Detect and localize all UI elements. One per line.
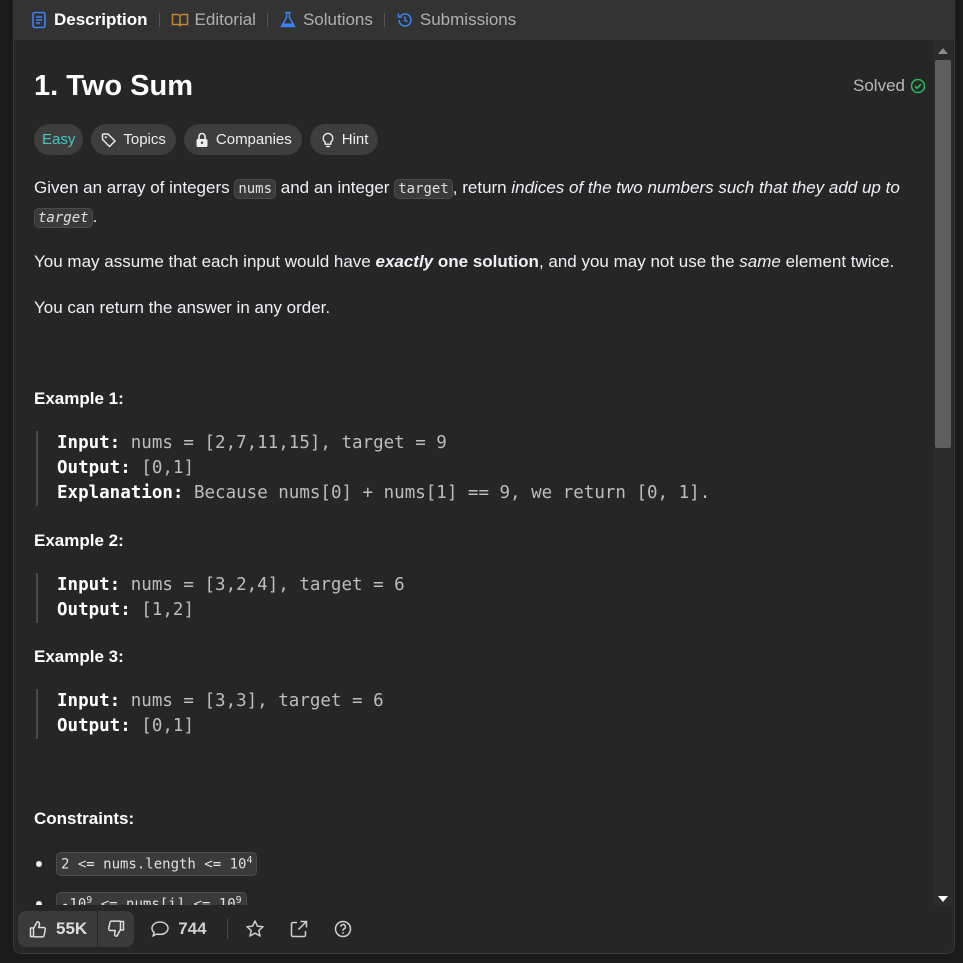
input-value: nums = [3,2,4], target = 6: [120, 575, 405, 595]
description-paragraph-3: You can return the answer in any order.: [34, 298, 331, 317]
thumbs-down-icon: [108, 920, 125, 937]
tab-submissions[interactable]: Submissions: [396, 10, 516, 30]
tab-description[interactable]: Description: [30, 10, 148, 30]
lightbulb-icon: [322, 132, 334, 147]
problem-title[interactable]: 1. Two Sum: [34, 70, 193, 103]
share-button[interactable]: [289, 919, 309, 939]
constraint-code: -109 <= nums[i] <= 109: [56, 892, 247, 906]
output-label: Output:: [57, 716, 131, 736]
constraint-text: 2 <= nums.length <= 10: [61, 856, 247, 873]
tab-solutions-label: Solutions: [302, 10, 373, 29]
explanation-value: Because nums[0] + nums[1] == 9, we retur…: [183, 483, 711, 503]
question-circle-icon: [334, 920, 351, 938]
input-label: Input:: [57, 691, 121, 711]
companies-chip[interactable]: Companies: [183, 124, 302, 155]
share-external-icon: [290, 920, 307, 938]
comments-button[interactable]: 744: [150, 919, 207, 939]
hint-chip[interactable]: Hint: [309, 124, 379, 155]
vertical-scrollbar[interactable]: [933, 40, 953, 906]
text-run: and an integer: [276, 178, 395, 197]
thumbs-up-icon: [29, 921, 47, 938]
example-1-heading: Example 1:: [34, 389, 124, 408]
problem-panel: Description Editorial Solutions Submissi…: [13, 0, 955, 954]
input-value: nums = [2,7,11,15], target = 9: [120, 433, 447, 453]
solved-status: Solved: [853, 76, 926, 96]
difficulty-badge: Easy: [34, 124, 84, 155]
tab-bar: Description Editorial Solutions Submissi…: [14, 0, 954, 40]
text-run: Given an array of integers: [34, 178, 235, 197]
companies-label: Companies: [215, 131, 292, 148]
scroll-down-arrow-icon[interactable]: [938, 896, 948, 902]
tab-solutions[interactable]: Solutions: [279, 10, 373, 30]
emphasis-text: indices of the two numbers such that the…: [511, 178, 900, 197]
output-value: [0,1]: [130, 716, 194, 736]
input-label: Input:: [57, 575, 121, 595]
explanation-label: Explanation:: [57, 483, 184, 503]
lock-icon: [196, 132, 208, 147]
dislike-button[interactable]: [97, 911, 134, 947]
tab-description-label: Description: [54, 10, 148, 29]
bullet-dot: [36, 860, 42, 867]
help-button[interactable]: [333, 919, 353, 939]
scroll-up-arrow-icon[interactable]: [938, 48, 948, 54]
list-item: 2 <= nums.length <= 104: [34, 852, 258, 876]
vote-group: 55K: [18, 911, 135, 947]
solved-label: Solved: [853, 76, 905, 95]
inline-code: target: [394, 179, 453, 199]
example-3-heading: Example 3:: [34, 647, 124, 666]
input-value: nums = [3,3], target = 6: [120, 691, 384, 711]
text-run: , return: [452, 178, 512, 197]
description-icon: [32, 11, 46, 29]
output-value: [0,1]: [130, 458, 194, 478]
inline-code: target: [34, 208, 93, 228]
text-run: , and you may not use the: [538, 252, 740, 271]
constraint-code: 2 <= nums.length <= 104: [56, 852, 258, 876]
constraints-heading: Constraints:: [34, 809, 135, 828]
book-icon: [171, 13, 188, 27]
description-content[interactable]: 1. Two Sum Solved Easy Topics Companies …: [14, 40, 932, 906]
list-item: -109 <= nums[i] <= 109: [34, 892, 247, 906]
like-count: 55K: [56, 919, 88, 938]
example-3-block: Input: nums = [3,3], target = 6 Output: …: [36, 689, 384, 739]
like-button[interactable]: 55K: [18, 911, 97, 947]
output-value: [1,2]: [130, 600, 194, 620]
bold-text: one solution: [433, 252, 539, 271]
tab-divider: [158, 13, 160, 27]
tab-divider: [266, 13, 268, 27]
text-run: .: [92, 207, 98, 226]
footer-divider: [226, 919, 228, 939]
exponent: 4: [246, 855, 253, 866]
output-label: Output:: [57, 458, 131, 478]
example-1-block: Input: nums = [2,7,11,15], target = 9 Ou…: [36, 431, 710, 506]
hint-label: Hint: [341, 131, 369, 148]
inline-code: nums: [234, 179, 277, 199]
check-circle-icon: [910, 78, 926, 94]
tag-icon: [102, 132, 117, 147]
tab-editorial[interactable]: Editorial: [171, 10, 256, 30]
tab-submissions-label: Submissions: [419, 10, 517, 29]
description-paragraph-1: Given an array of integers nums and an i…: [34, 174, 924, 232]
topics-label: Topics: [123, 131, 166, 148]
text-run: You may assume that each input would hav…: [34, 252, 376, 271]
favorite-button[interactable]: [245, 919, 265, 939]
problem-footer: 55K 744: [14, 905, 954, 953]
flask-icon: [280, 11, 296, 28]
comment-icon: [151, 921, 169, 938]
example-2-block: Input: nums = [3,2,4], target = 6 Output…: [36, 573, 405, 623]
history-icon: [397, 13, 412, 27]
description-paragraph-2: You may assume that each input would hav…: [34, 248, 924, 275]
text-run: element twice.: [780, 252, 895, 271]
example-2-heading: Example 2:: [34, 531, 124, 550]
comment-count: 744: [178, 919, 207, 938]
emphasis-text: same: [739, 252, 781, 271]
tab-divider: [383, 13, 385, 27]
output-label: Output:: [57, 600, 131, 620]
scrollbar-thumb[interactable]: [935, 60, 951, 448]
topics-chip[interactable]: Topics: [91, 124, 176, 155]
bold-emphasis-text: exactly: [375, 252, 434, 271]
problem-chips: Easy Topics Companies Hint: [34, 124, 379, 155]
tab-editorial-label: Editorial: [194, 10, 256, 29]
input-label: Input:: [57, 433, 121, 453]
star-icon: [245, 920, 264, 937]
